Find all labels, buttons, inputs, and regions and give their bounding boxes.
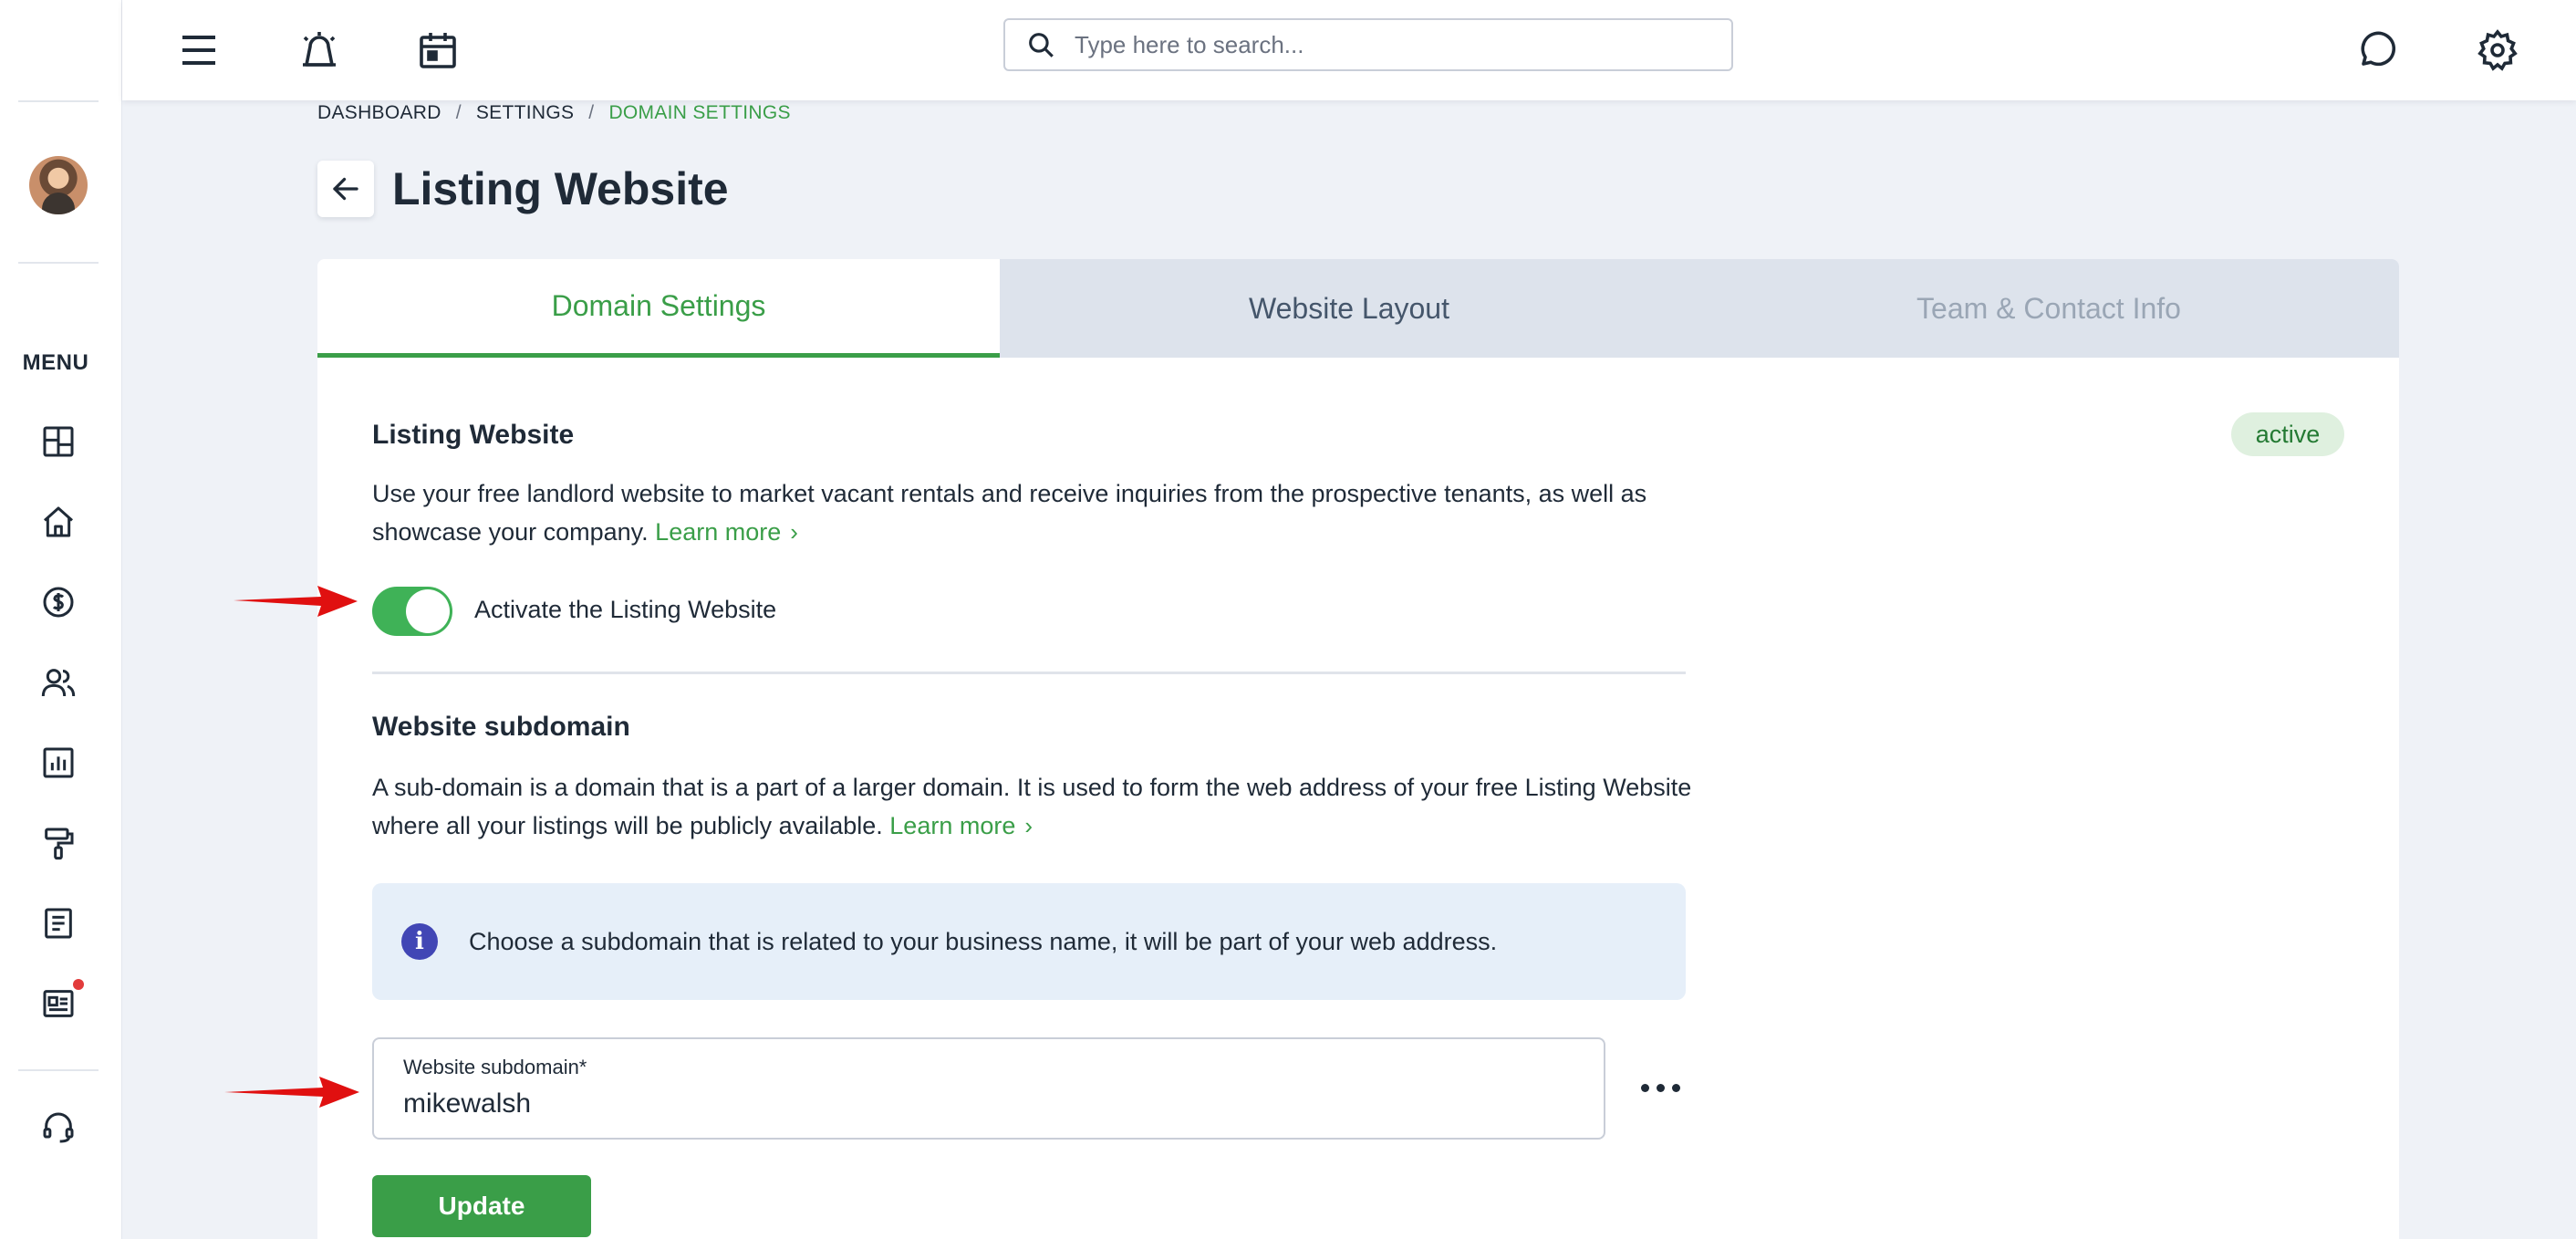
chat-bubble-icon[interactable] xyxy=(2348,21,2406,79)
subdomain-description: A sub-domain is a domain that is a part … xyxy=(372,768,1704,845)
sidebar-divider xyxy=(18,262,99,264)
calendar-icon[interactable] xyxy=(409,21,467,79)
learn-more-link[interactable]: Learn more › xyxy=(655,518,798,546)
hamburger-menu-icon[interactable] xyxy=(170,21,228,79)
sidebar: MENU xyxy=(0,0,122,1239)
annotation-arrow-icon xyxy=(234,586,358,617)
breadcrumb-separator: / xyxy=(588,102,595,123)
more-options-icon[interactable] xyxy=(1631,1069,1689,1106)
listing-website-description: Use your free landlord website to market… xyxy=(372,474,1704,551)
tab-bar: Domain Settings Website Layout Team & Co… xyxy=(317,259,2399,358)
info-notice: i Choose a subdomain that is related to … xyxy=(372,883,1686,1000)
home-icon[interactable] xyxy=(36,500,80,544)
back-button[interactable] xyxy=(317,161,374,217)
toggle-knob xyxy=(406,589,450,633)
website-subdomain-heading: Website subdomain xyxy=(372,712,630,742)
subdomain-input[interactable] xyxy=(403,1088,1571,1119)
avatar[interactable] xyxy=(29,156,88,214)
gear-icon[interactable] xyxy=(2468,21,2527,79)
users-icon[interactable] xyxy=(36,661,80,704)
documents-icon[interactable] xyxy=(36,901,80,945)
chevron-right-icon: › xyxy=(1024,812,1034,839)
tab-domain-settings[interactable]: Domain Settings xyxy=(317,259,1000,358)
sidebar-divider xyxy=(18,1069,99,1071)
learn-more-link[interactable]: Learn more › xyxy=(889,812,1033,839)
sidebar-divider xyxy=(18,100,99,102)
subdomain-field-label: Website subdomain* xyxy=(403,1056,587,1078)
tab-website-layout[interactable]: Website Layout xyxy=(1000,259,1698,358)
payments-icon[interactable] xyxy=(36,580,80,624)
maintenance-icon[interactable] xyxy=(36,821,80,865)
top-bar xyxy=(122,0,2576,100)
breadcrumb-domain-settings: DOMAIN SETTINGS xyxy=(608,102,791,123)
settings-card: Domain Settings Website Layout Team & Co… xyxy=(317,259,2399,1239)
search-icon xyxy=(1029,33,1054,57)
support-headset-icon[interactable] xyxy=(36,1106,80,1150)
breadcrumb-separator: / xyxy=(455,102,462,123)
page-title: Listing Website xyxy=(392,163,729,214)
breadcrumb: DASHBOARD / SETTINGS / DOMAIN SETTINGS xyxy=(317,102,791,124)
info-text: Choose a subdomain that is related to yo… xyxy=(469,927,1498,955)
breadcrumb-settings[interactable]: SETTINGS xyxy=(476,102,574,124)
learn-more-label: Learn more xyxy=(889,812,1016,839)
tab-team-contact-info[interactable]: Team & Contact Info xyxy=(1698,259,2399,358)
listing-website-heading: Listing Website xyxy=(372,420,575,450)
description-text: Use your free landlord website to market… xyxy=(372,480,1647,546)
info-icon: i xyxy=(401,923,438,960)
subdomain-field[interactable]: Website subdomain* xyxy=(372,1037,1605,1140)
activate-listing-toggle[interactable] xyxy=(372,587,452,636)
dashboard-icon[interactable] xyxy=(36,420,80,463)
arrow-left-icon xyxy=(333,177,358,201)
section-divider xyxy=(372,672,1686,674)
search-input[interactable] xyxy=(1075,30,1713,59)
reports-icon[interactable] xyxy=(36,741,80,785)
annotation-arrow-icon xyxy=(224,1077,359,1108)
menu-label: MENU xyxy=(22,350,89,375)
notification-dot xyxy=(73,979,84,990)
breadcrumb-dashboard[interactable]: DASHBOARD xyxy=(317,102,441,124)
status-badge: active xyxy=(2231,412,2344,456)
search-box[interactable] xyxy=(1003,18,1733,71)
learn-more-label: Learn more xyxy=(655,518,782,546)
alarm-bell-icon[interactable] xyxy=(290,21,348,79)
toggle-label: Activate the Listing Website xyxy=(474,596,777,623)
chevron-right-icon: › xyxy=(790,518,798,546)
update-button[interactable]: Update xyxy=(372,1175,591,1237)
